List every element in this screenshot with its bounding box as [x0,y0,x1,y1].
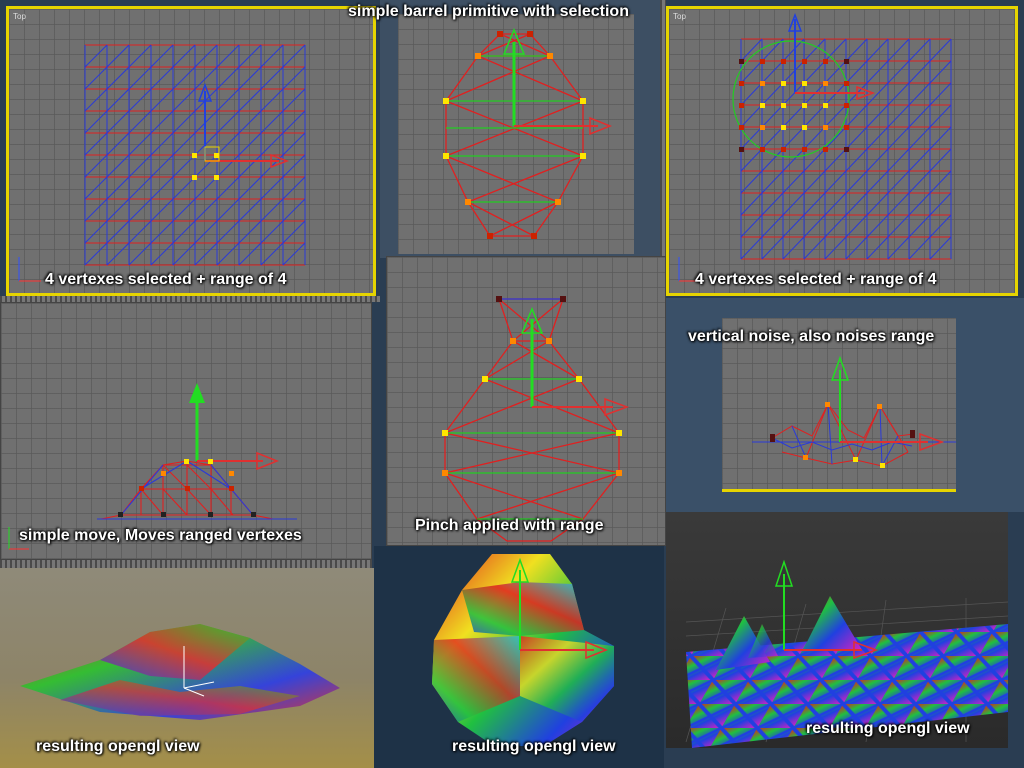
move-gizmo-icon [520,307,630,417]
viewport-barrel[interactable] [398,14,634,254]
render-view-bottom-left[interactable]: resulting opengl view [0,568,374,768]
move-gizmo-icon [189,383,280,471]
caption-bottom-left: resulting opengl view [36,738,200,755]
move-gizmo-icon [502,28,613,136]
pinched-barrel-wireframe [442,296,630,542]
move-gizmo-icon [830,355,945,452]
plane-mesh-wireframe [18,44,306,282]
caption-top-right: 4 vertexes selected + range of 4 [695,271,937,288]
viewport-divider-strip [0,560,372,568]
caption-top-left: 4 vertexes selected + range of 4 [45,271,287,288]
caption-bottom-center: resulting opengl view [452,738,616,755]
displaced-mesh-wireframe [8,383,297,550]
opengl-noise-render [685,559,1008,748]
viewport-pinch[interactable]: Pinch applied with range [386,256,666,546]
viewport-middle-left[interactable]: simple move, Moves ranged vertexes [0,302,372,560]
viewport-top-right[interactable]: Top 4 vertexes selected + range of 4 [666,6,1018,296]
render-view-bottom-right[interactable]: resulting opengl view [666,512,1008,748]
caption-middle-center: Pinch applied with range [415,517,604,534]
caption-middle-left: simple move, Moves ranged vertexes [19,527,302,544]
axis-tripod-icon [18,257,41,282]
soft-selection-circle-icon [732,40,850,158]
caption-middle-right: vertical noise, also noises range [688,328,935,345]
viewport-top-left[interactable]: Top 4 vertexes selected + range of 4 [6,6,376,296]
render-view-bottom-center[interactable]: resulting opengl view [374,546,664,768]
caption-bottom-right: resulting opengl view [806,720,970,737]
plane-mesh-wireframe [678,12,952,282]
barrel-wireframe [443,28,613,239]
caption-barrel-title: simple barrel primitive with selection [348,3,629,20]
opengl-barrel-render [432,554,614,746]
